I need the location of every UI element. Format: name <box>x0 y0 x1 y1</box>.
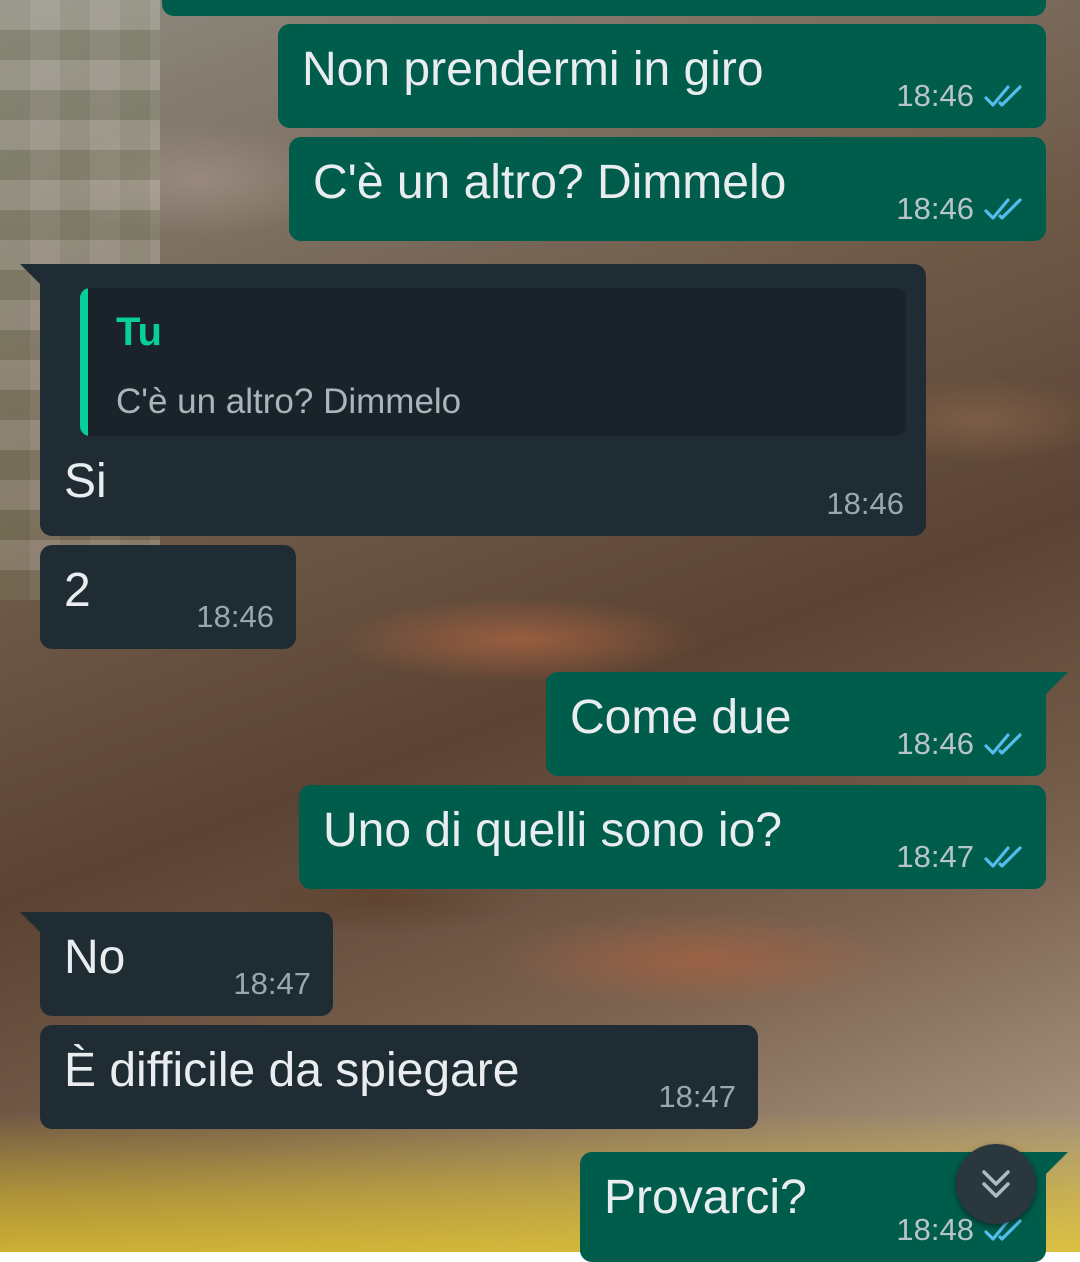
message-text: No <box>64 931 126 984</box>
message-text: Provarci? <box>604 1171 807 1224</box>
message-time: 18:46 <box>896 78 974 113</box>
message-time: 18:47 <box>896 839 974 874</box>
message-time: 18:46 <box>896 191 974 226</box>
message-text: Si <box>64 455 107 508</box>
message-bubble-incoming[interactable]: No 18:47 <box>40 912 333 1016</box>
message-text: È difficile da spiegare <box>64 1044 520 1097</box>
message-text: C'è un altro? Dimmelo <box>313 156 787 209</box>
quote-author: Tu <box>116 310 162 354</box>
double-check-icon <box>984 198 1022 220</box>
message-text: Come due <box>570 691 792 744</box>
quote-accent-bar <box>80 288 88 436</box>
quoted-message[interactable]: Tu C'è un altro? Dimmelo <box>80 288 906 436</box>
quote-text: C'è un altro? Dimmelo <box>116 382 462 421</box>
bubble-tail <box>1046 1152 1068 1174</box>
message-bubble-incoming[interactable]: È difficile da spiegare 18:47 <box>40 1025 758 1129</box>
bubble-tail <box>20 912 42 934</box>
chevron-double-down-icon <box>982 1170 1010 1198</box>
message-text: Uno di quelli sono io? <box>323 804 782 857</box>
message-time: 18:47 <box>233 966 311 1001</box>
message-bubble-incoming[interactable]: 2 18:46 <box>40 545 296 649</box>
message-bubble-outgoing[interactable]: Come due 18:46 <box>546 672 1046 776</box>
message-text: 2 <box>64 564 91 617</box>
message-time: 18:46 <box>826 486 904 521</box>
message-time: 18:46 <box>896 726 974 761</box>
message-bubble-incoming-reply[interactable]: Tu C'è un altro? Dimmelo Si 18:46 <box>40 264 926 536</box>
message-text: Non prendermi in giro <box>302 43 764 96</box>
message-time: 18:46 <box>196 599 274 634</box>
bubble-tail <box>20 264 42 286</box>
message-bubble-partial[interactable] <box>162 0 1046 16</box>
scroll-to-bottom-button[interactable] <box>956 1144 1036 1224</box>
message-time: 18:48 <box>896 1212 974 1247</box>
message-bubble-outgoing[interactable]: Non prendermi in giro 18:46 <box>278 24 1046 128</box>
message-bubble-outgoing[interactable]: C'è un altro? Dimmelo 18:46 <box>289 137 1046 241</box>
double-check-icon <box>984 85 1022 107</box>
message-bubble-outgoing[interactable]: Uno di quelli sono io? 18:47 <box>299 785 1046 889</box>
double-check-icon <box>984 733 1022 755</box>
bubble-tail <box>1046 672 1068 694</box>
double-check-icon <box>984 846 1022 868</box>
message-time: 18:47 <box>658 1079 736 1114</box>
